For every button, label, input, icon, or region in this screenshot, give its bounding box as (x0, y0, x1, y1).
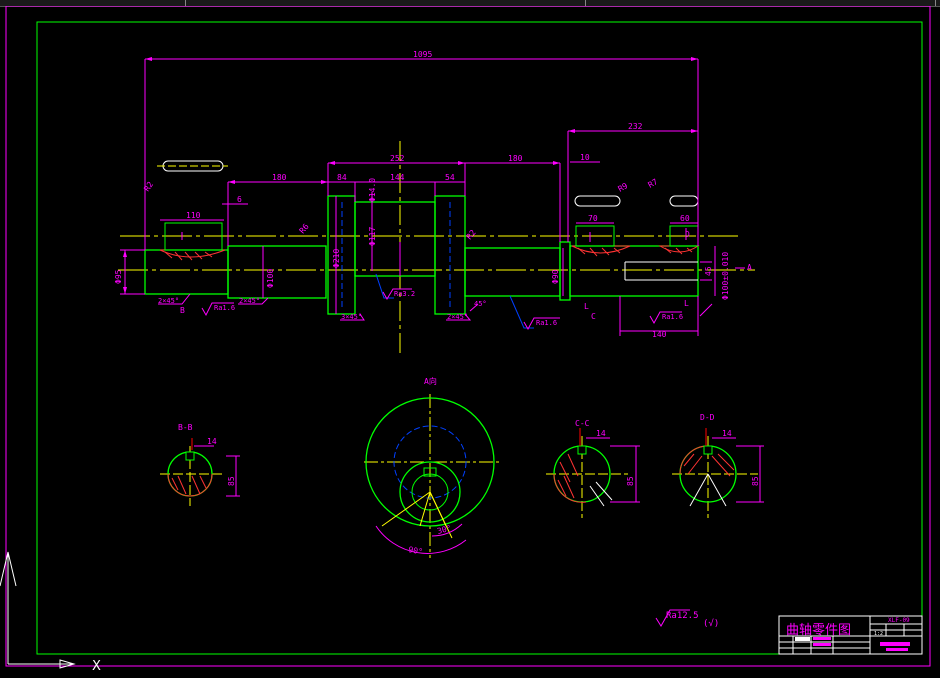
dim-r2-a: R2 (142, 180, 155, 193)
section-c-c (546, 428, 640, 518)
ucs-x-label: X (92, 659, 101, 674)
dim-180-right: 180 (508, 154, 523, 163)
title-block-title: 曲轴零件图 (786, 623, 851, 638)
section-b-b-title: B-B (178, 423, 193, 432)
label-a: A (747, 263, 752, 272)
section-d-d (672, 428, 764, 518)
label-l1: L (584, 302, 589, 311)
section-d-d-title: D-D (700, 413, 715, 422)
cad-drawing-canvas[interactable]: 1095 232 252 180 180 84 144 54 110 6 10 … (0, 6, 940, 678)
chamfer-3: 3×45° (341, 313, 362, 321)
general-roughness-paren: (√) (703, 618, 719, 629)
section-c-c-title: C-C (575, 419, 590, 428)
section-b-b-key: 14 (207, 437, 217, 446)
general-roughness-value: Ra12.5 (666, 611, 699, 621)
view-a (364, 394, 500, 558)
dim-dia95: Φ95 (114, 269, 123, 284)
label-b: B (180, 306, 185, 315)
dim-60: 60 (680, 214, 690, 223)
dim-overall: 1095 (413, 50, 432, 59)
general-roughness-note: Ra12.5 (√) (655, 609, 719, 629)
chamfer-1: 2×45° (158, 297, 179, 305)
dim-45: 45 (704, 266, 713, 276)
dim-r2-b: R2 (465, 228, 478, 241)
inner-frame (36, 21, 923, 655)
dim-dia90: Φ90 (551, 269, 560, 284)
dim-dia210: Φ210 (332, 249, 341, 268)
section-b-b-height: 85 (227, 476, 236, 486)
dim-110: 110 (186, 211, 201, 220)
ucs-icon: X (0, 551, 101, 674)
dim-dia100: Φ100 (266, 269, 275, 288)
dim-dia117: Φ117 (368, 227, 377, 246)
dim-10: 10 (580, 153, 590, 162)
dim-84: 84 (337, 173, 347, 182)
chamfer-4: 2×45° (447, 313, 468, 321)
section-d-d-height: 85 (751, 476, 760, 486)
title-block-ratio: 1:2 (874, 631, 883, 637)
view-a-title: A向 (424, 376, 437, 386)
roughness-1: Ra1.6 (214, 304, 235, 312)
section-d-d-key: 14 (722, 429, 732, 438)
section-c-c-key: 14 (596, 429, 606, 438)
section-c-c-height: 85 (626, 476, 635, 486)
dim-dia14: Φ14.0 (368, 178, 377, 202)
title-block: 曲轴零件图 XLF-09 1:2 (778, 615, 923, 655)
dim-54: 54 (445, 173, 455, 182)
dim-r9: R9 (617, 181, 630, 194)
chamfer-2: 2×45° (239, 297, 260, 305)
label-l2: L (684, 299, 689, 308)
roughness-3: Ra1.6 (536, 319, 557, 327)
section-b-b (160, 438, 240, 506)
label-c: C (591, 312, 596, 321)
roughness-2: Ra3.2 (394, 290, 415, 298)
dim-dia100-tol: Φ100±0.010 (721, 252, 730, 300)
dim-6: 6 (237, 195, 242, 204)
chamfer-5: 45° (474, 300, 487, 308)
dim-144: 144 (390, 173, 405, 182)
crankshaft-main-view (118, 141, 755, 356)
dim-180-left: 180 (272, 173, 287, 182)
dim-232: 232 (628, 122, 643, 131)
dim-r7: R7 (647, 177, 660, 190)
title-block-code: XLF-09 (888, 617, 910, 624)
dim-252: 252 (390, 154, 405, 163)
dim-140: 140 (652, 330, 667, 339)
roughness-4: Ra1.6 (662, 313, 683, 321)
view-a-angle-90: 90° (408, 545, 424, 556)
dim-70: 70 (588, 214, 598, 223)
dim-r6: R6 (298, 222, 311, 235)
